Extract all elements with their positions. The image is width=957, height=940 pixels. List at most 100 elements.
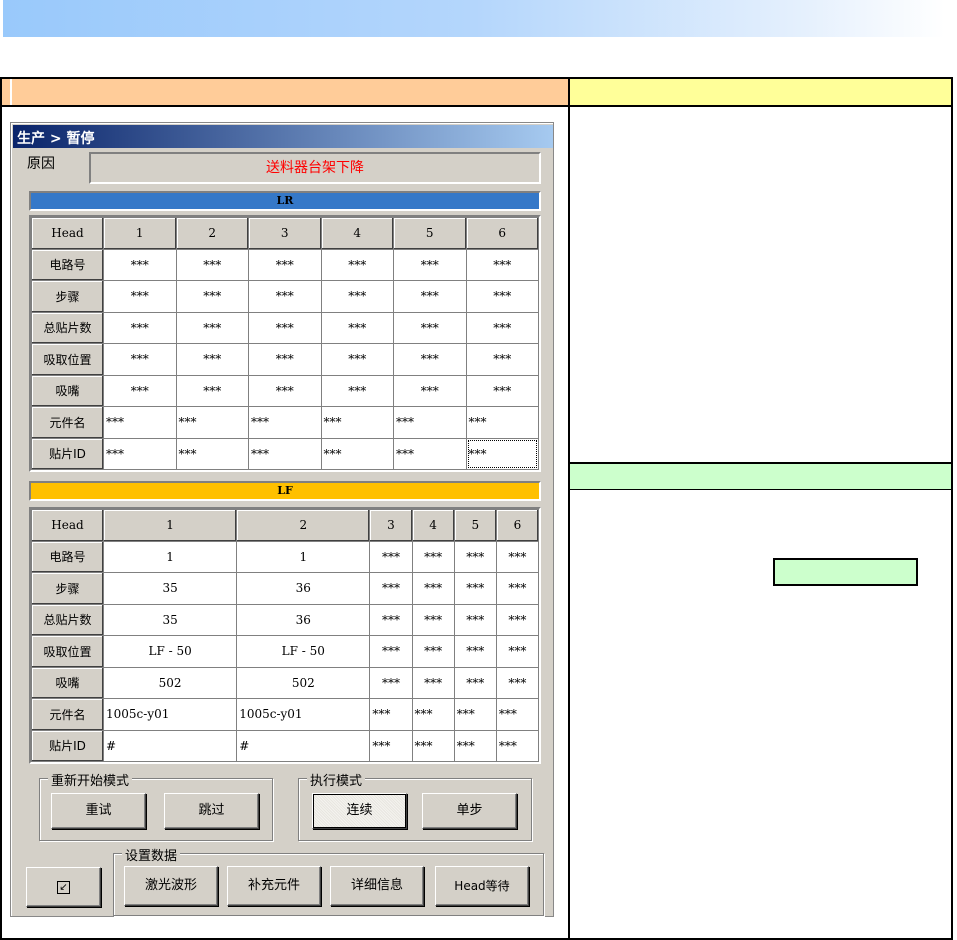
table-cell: *** <box>453 698 497 731</box>
table-cell: *** <box>393 248 467 281</box>
table-cell: *** <box>248 248 322 281</box>
lr-bar: LR <box>29 191 541 211</box>
reason-value: 送料器台架下降 <box>89 152 541 184</box>
head-label: Head <box>31 509 104 542</box>
restart-mode-group: 重新开始模式 重试 跳过 <box>39 770 273 841</box>
table-cell: *** <box>369 698 413 731</box>
header-cell-right <box>570 79 951 105</box>
row-label: 步骤 <box>31 572 104 605</box>
table-cell: *** <box>103 343 177 376</box>
row-label: 元件名 <box>31 406 104 439</box>
table-cell: *** <box>320 374 394 407</box>
table-cell: *** <box>453 635 497 668</box>
minimize-button[interactable]: ↙ <box>26 867 101 907</box>
head-column: 6 <box>495 509 540 542</box>
table-cell: 502 <box>102 666 238 699</box>
table-cell: *** <box>411 603 455 636</box>
head-column: 3 <box>369 509 413 542</box>
table-cell: *** <box>465 437 539 470</box>
head-wait-button[interactable]: Head等待 <box>435 866 529 906</box>
head-column: 5 <box>453 509 497 542</box>
table-cell: *** <box>248 406 322 439</box>
table-cell: *** <box>411 635 455 668</box>
table-cell: *** <box>465 374 539 407</box>
row-label: 吸嘴 <box>31 666 104 699</box>
table-cell: *** <box>320 437 394 470</box>
table-cell: *** <box>465 280 539 313</box>
header-cell-left <box>2 79 568 105</box>
supply-component-button[interactable]: 补充元件 <box>227 866 321 906</box>
table-cell: *** <box>411 729 455 762</box>
exec-mode-group: 执行模式 连续 单步 <box>298 770 532 841</box>
table-cell: 1005c-y01 <box>102 698 238 731</box>
table-cell: *** <box>248 280 322 313</box>
settings-group: 设置数据 激光波形 补充元件 详细信息 Head等待 <box>113 845 544 916</box>
continuous-button[interactable]: 连续 <box>312 793 407 829</box>
table-cell: *** <box>369 603 413 636</box>
top-banner <box>3 0 945 37</box>
table-cell: *** <box>175 343 249 376</box>
table-cell: # <box>236 729 371 762</box>
table-row: 步骤 *** *** *** *** *** *** <box>31 280 539 313</box>
table-cell: *** <box>248 343 322 376</box>
table-cell: *** <box>175 437 249 470</box>
table-cell: # <box>102 729 238 762</box>
table-cell: *** <box>411 666 455 699</box>
row-label: 电路号 <box>31 248 104 281</box>
skip-button[interactable]: 跳过 <box>164 793 259 829</box>
retry-button[interactable]: 重试 <box>51 793 146 829</box>
table-row: 元件名 *** *** *** *** *** *** <box>31 406 539 439</box>
table-cell: *** <box>248 374 322 407</box>
green-box <box>773 558 918 586</box>
laser-waveform-button[interactable]: 激光波形 <box>124 866 218 906</box>
head-column: 6 <box>465 217 539 250</box>
table-cell: *** <box>248 311 322 344</box>
minimize-icon: ↙ <box>57 881 70 894</box>
row-label: 电路号 <box>31 540 104 573</box>
reason-label: 原因 <box>27 156 55 172</box>
row-label: 元件名 <box>31 698 104 731</box>
table-cell: *** <box>393 406 467 439</box>
lf-table: Head 1 2 3 4 5 6 电路号 1 1 *** *** *** *** 步骤 35 36 *** *** *… <box>29 507 541 764</box>
head-column: 3 <box>248 217 322 250</box>
table-cell: 1 <box>102 540 238 573</box>
table-cell: *** <box>103 437 177 470</box>
table-cell: *** <box>393 280 467 313</box>
table-cell: *** <box>369 666 413 699</box>
step-button[interactable]: 单步 <box>422 793 517 829</box>
table-cell: *** <box>369 635 413 668</box>
table-cell: *** <box>103 248 177 281</box>
table-cell: *** <box>495 603 540 636</box>
head-column: 5 <box>393 217 467 250</box>
row-label: 吸嘴 <box>31 374 104 407</box>
table-row: 吸取位置 *** *** *** *** *** *** <box>31 343 539 376</box>
detail-info-button[interactable]: 详细信息 <box>330 866 424 906</box>
row-label: 贴片ID <box>31 729 104 762</box>
table-cell: *** <box>453 572 497 605</box>
table-cell: *** <box>320 343 394 376</box>
table-cell: 1 <box>236 540 371 573</box>
row-label: 总贴片数 <box>31 603 104 636</box>
row-label: 吸取位置 <box>31 343 104 376</box>
head-column: 1 <box>102 509 238 542</box>
table-cell: *** <box>453 603 497 636</box>
table-row: 总贴片数 *** *** *** *** *** *** <box>31 311 539 344</box>
lr-table: Head 1 2 3 4 5 6 电路号 *** *** *** *** *** *** 步骤 *** *** *… <box>29 215 541 472</box>
table-cell: *** <box>495 729 540 762</box>
table-cell: 35 <box>102 572 238 605</box>
table-cell: *** <box>320 280 394 313</box>
table-cell: *** <box>393 437 467 470</box>
table-cell: *** <box>393 374 467 407</box>
head-column: 2 <box>236 509 371 542</box>
table-cell: *** <box>175 406 249 439</box>
table-cell: LF - 50 <box>102 635 238 668</box>
table-cell: LF - 50 <box>236 635 371 668</box>
table-cell: *** <box>393 311 467 344</box>
table-cell: *** <box>393 343 467 376</box>
restart-mode-label: 重新开始模式 <box>48 770 133 789</box>
table-cell: *** <box>465 406 539 439</box>
table-row: 总贴片数 35 36 *** *** *** *** <box>31 603 540 636</box>
table-cell: *** <box>103 280 177 313</box>
table-cell: *** <box>103 374 177 407</box>
head-column: 4 <box>411 509 455 542</box>
